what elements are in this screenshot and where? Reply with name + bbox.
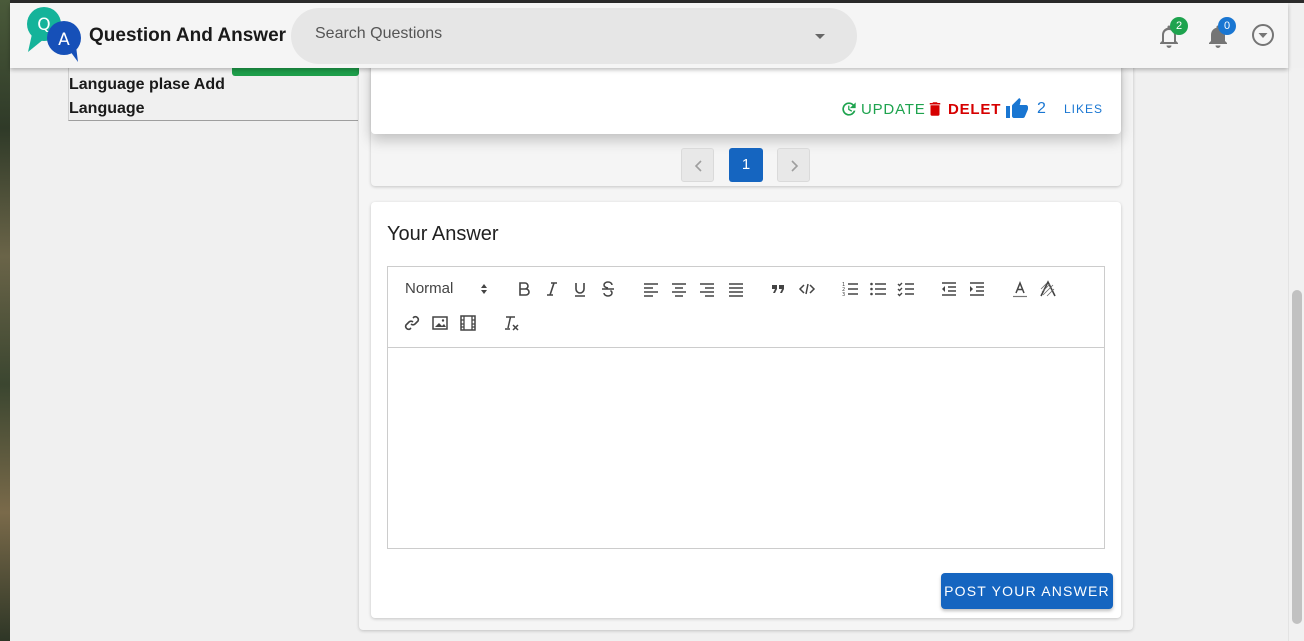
bold-button[interactable] [513, 278, 535, 300]
heading-select[interactable]: Normal [405, 280, 453, 297]
delete-button[interactable]: DELET [926, 97, 1001, 121]
trash-icon [929, 102, 941, 116]
link-icon [404, 315, 420, 331]
chevron-right-icon [791, 160, 799, 172]
previous-page-button[interactable] [681, 148, 714, 182]
clear-format-icon [505, 316, 519, 331]
bold-icon [519, 282, 530, 296]
underline-icon [575, 283, 585, 297]
background-color-button[interactable] [1037, 278, 1059, 300]
next-page-button[interactable] [777, 148, 810, 182]
update-label: UPDATE [861, 100, 926, 118]
quote-icon [772, 285, 784, 293]
sidebar-add-button[interactable] [232, 68, 359, 76]
scrollbar-thumb[interactable] [1292, 290, 1302, 624]
likes-label[interactable]: LIKES [1064, 102, 1103, 116]
like-button[interactable]: 2 [1005, 97, 1046, 121]
italic-icon [547, 282, 557, 296]
app-logo[interactable]: Q A [24, 6, 82, 62]
outdent-icon [942, 282, 956, 296]
align-center-icon [672, 283, 686, 297]
text-color-button[interactable] [1009, 278, 1031, 300]
answer-title: Your Answer [387, 223, 499, 245]
align-justify-button[interactable] [725, 278, 747, 300]
underline-button[interactable] [569, 278, 591, 300]
video-icon [460, 315, 476, 331]
page-scrollbar[interactable] [1288, 68, 1304, 641]
bullet-list-icon [870, 282, 886, 296]
logo-letter-q: Q [37, 15, 50, 35]
align-right-button[interactable] [696, 278, 718, 300]
link-button[interactable] [401, 312, 423, 334]
image-icon [432, 316, 448, 330]
search-input[interactable] [315, 25, 795, 43]
account-menu-button[interactable] [1247, 19, 1279, 51]
delete-label: DELET [948, 100, 1002, 118]
post-answer-button[interactable]: POST YOUR ANSWER [941, 573, 1113, 609]
qa-logo-icon: Q A [27, 7, 81, 62]
align-left-icon [644, 283, 658, 297]
video-button[interactable] [457, 312, 479, 334]
indent-icon [970, 282, 984, 296]
ordered-list-button[interactable]: 123 [839, 278, 861, 300]
indent-button[interactable] [966, 278, 988, 300]
clear-format-button[interactable] [500, 312, 522, 334]
expand-circle-icon [1252, 24, 1274, 46]
page-button-current[interactable]: 1 [729, 148, 763, 182]
align-left-button[interactable] [640, 278, 662, 300]
code-button[interactable] [796, 278, 818, 300]
app-bar: Q A Question And Answer 2 0 [10, 3, 1288, 68]
svg-text:3: 3 [842, 292, 845, 298]
italic-button[interactable] [541, 278, 563, 300]
check-list-button[interactable] [895, 278, 917, 300]
blockquote-button[interactable] [767, 278, 789, 300]
like-count: 2 [1037, 100, 1046, 117]
sidebar-language-text: Language plase Add Language [69, 76, 225, 117]
update-button[interactable]: UPDATE [839, 97, 926, 121]
outdent-button[interactable] [938, 278, 960, 300]
strikethrough-icon [602, 281, 614, 297]
code-icon [798, 283, 816, 295]
checklist-icon [897, 282, 914, 297]
strike-button[interactable] [597, 278, 619, 300]
logo-letter-a: A [58, 30, 70, 50]
app-title[interactable]: Question And Answer [89, 25, 286, 47]
image-button[interactable] [429, 312, 451, 334]
desktop-wallpaper [0, 0, 10, 641]
rich-text-editor: Normal 1 2 3 [387, 266, 1105, 549]
thumb-up-icon [1006, 98, 1028, 118]
editor-toolbar: Normal 1 2 3 [388, 267, 1104, 348]
ordered-list-icon: 123 [842, 282, 858, 298]
refresh-icon [842, 102, 856, 116]
select-arrows-icon [481, 284, 487, 294]
alerts-badge: 0 [1218, 17, 1236, 35]
search-bar[interactable] [291, 8, 857, 64]
font-color-icon [1013, 280, 1027, 298]
highlight-icon [1040, 280, 1056, 297]
chevron-left-icon [694, 160, 702, 172]
align-center-button[interactable] [668, 278, 690, 300]
align-justify-icon [729, 283, 743, 297]
search-dropdown-icon[interactable] [815, 34, 825, 39]
bullet-list-button[interactable] [867, 278, 889, 300]
answer-editor-input[interactable] [388, 349, 1104, 548]
align-right-icon [700, 283, 714, 297]
notifications-badge: 2 [1170, 17, 1188, 35]
